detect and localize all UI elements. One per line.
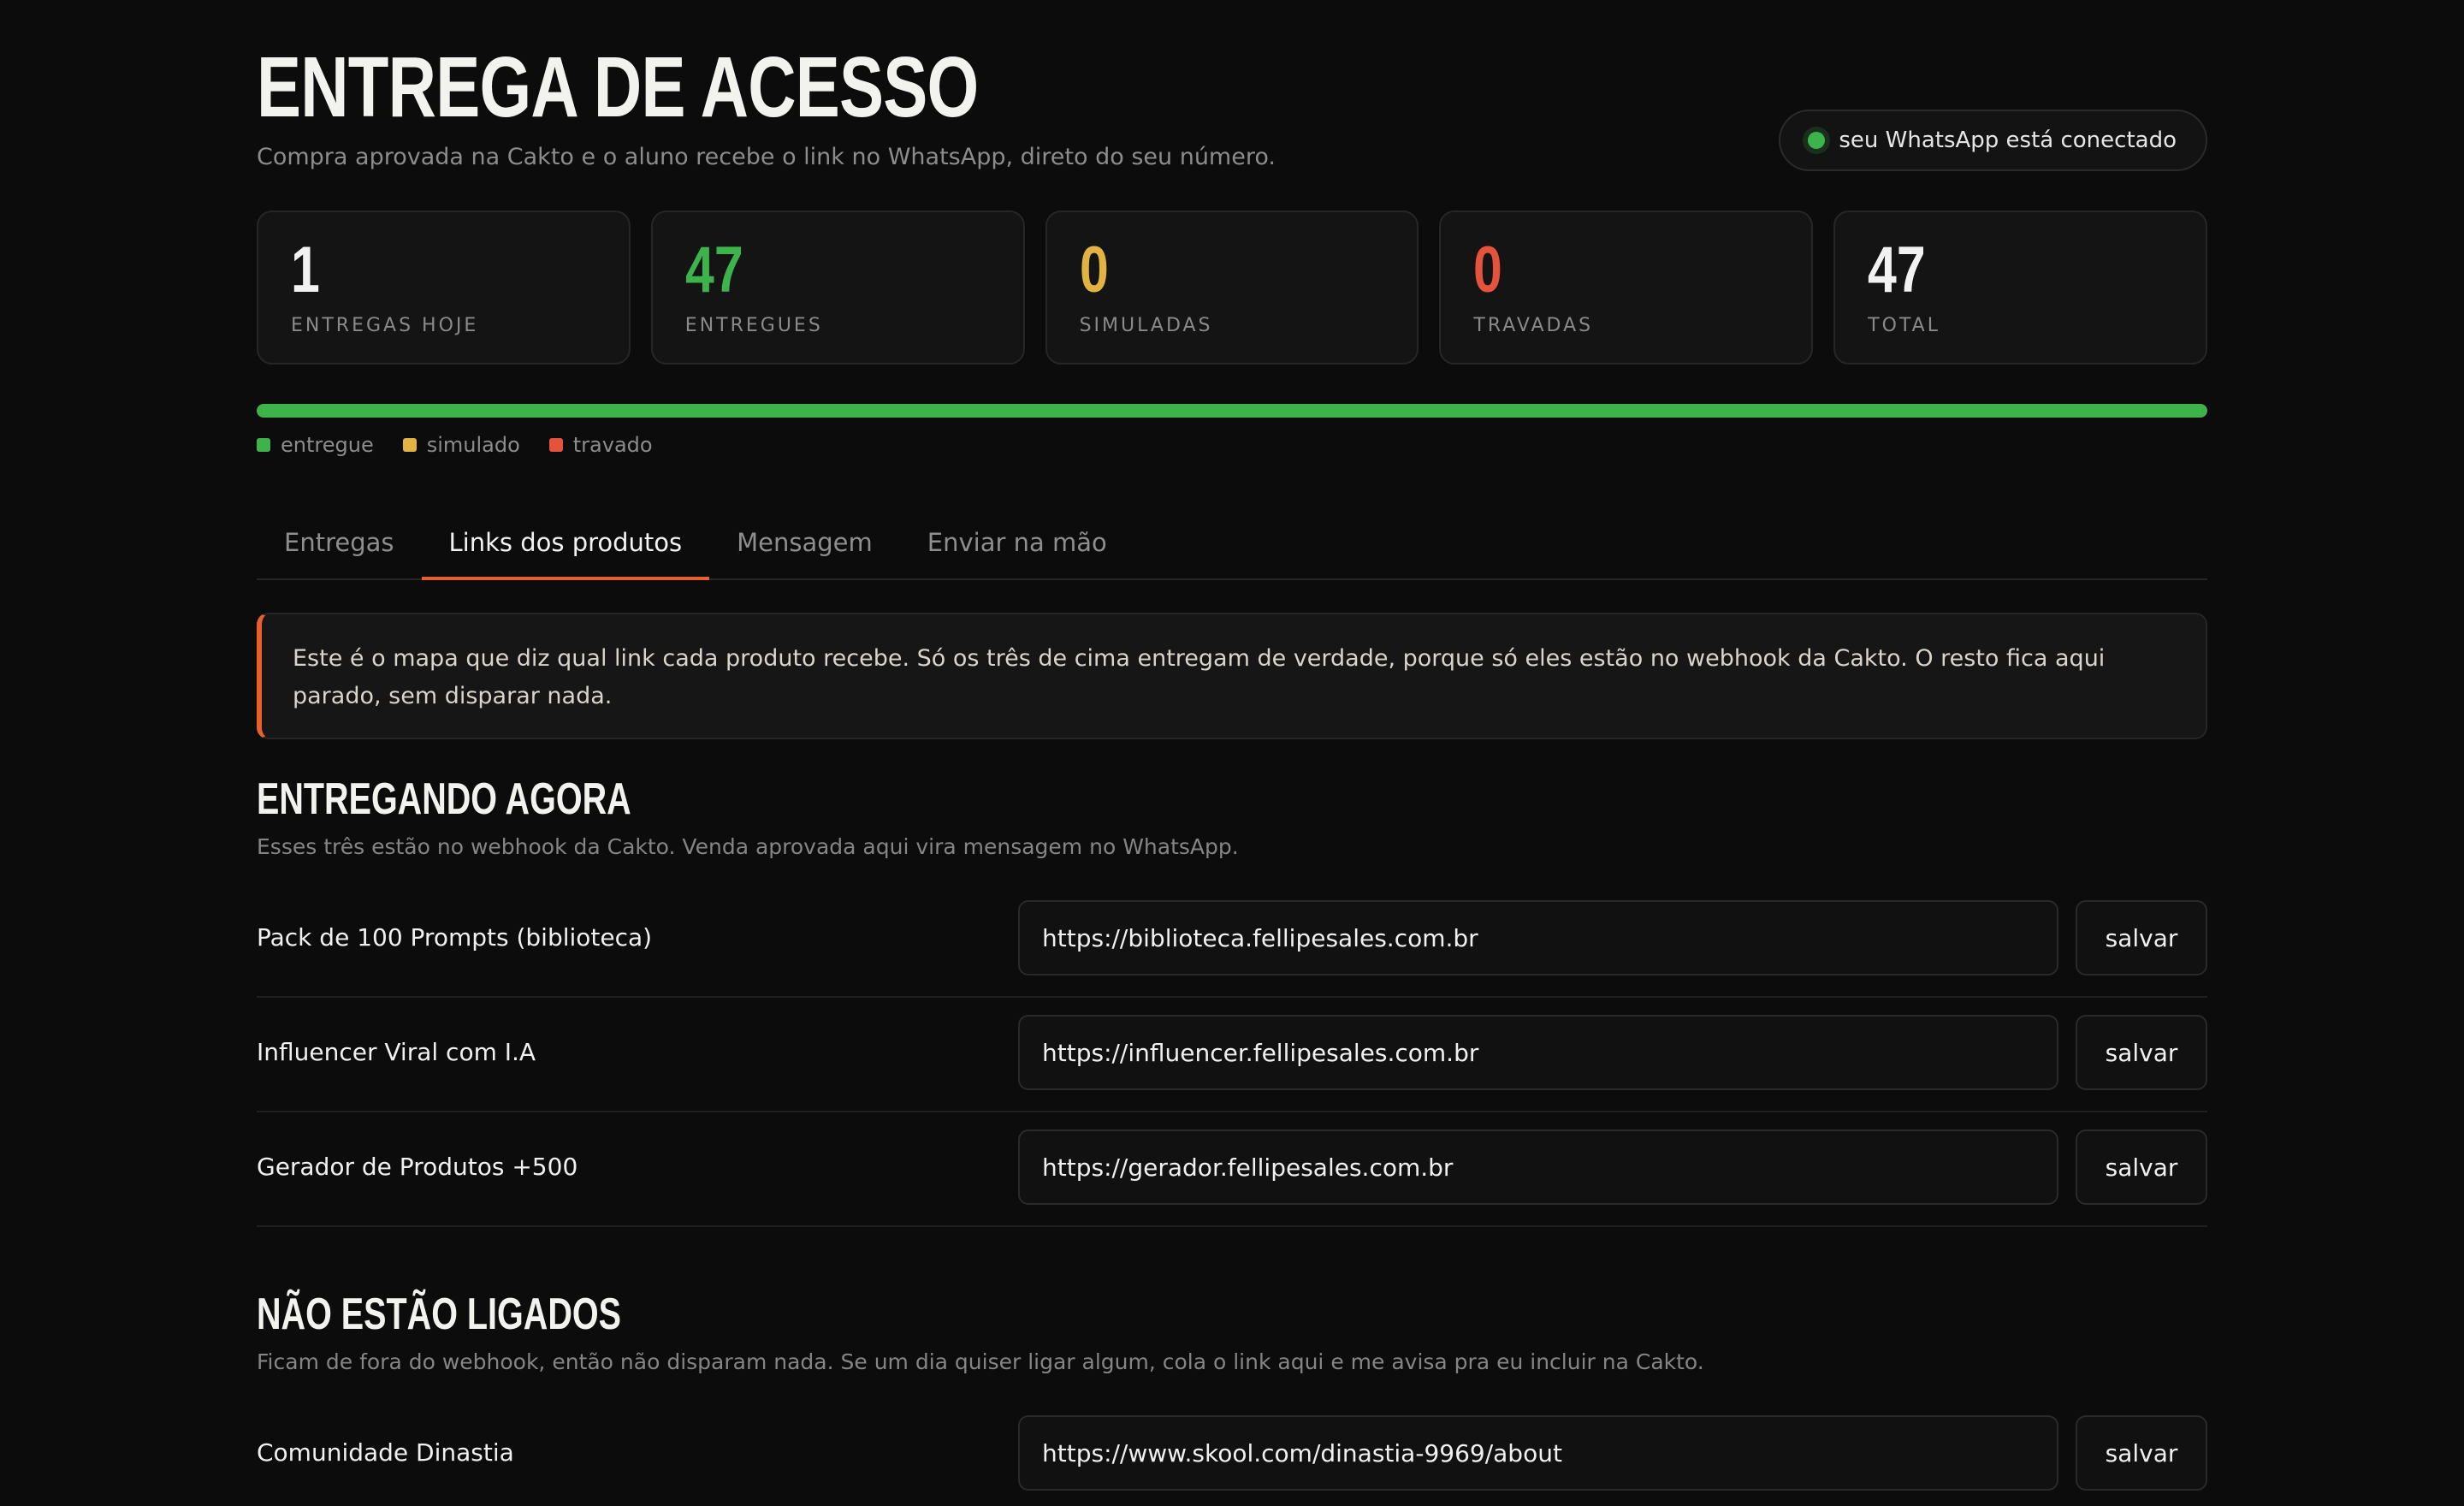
stat-card-entregas-hoje: 1 ENTREGAS HOJE: [257, 210, 631, 365]
save-button[interactable]: salvar: [2076, 1415, 2207, 1491]
tab-enviar-na-mao[interactable]: Enviar na mão: [900, 507, 1134, 578]
whatsapp-status-badge: seu WhatsApp está conectado: [1779, 110, 2207, 171]
stat-card-simuladas: 0 SIMULADAS: [1045, 210, 1419, 365]
save-button[interactable]: salvar: [2076, 900, 2207, 975]
product-name: Influencer Viral com I.A: [257, 1038, 536, 1066]
product-row: Influencer Viral com I.A salvar: [257, 998, 2207, 1112]
status-dot-icon: [1808, 132, 1826, 149]
section-description-entregando-agora: Esses três estão no webhook da Cakto. Ve…: [257, 834, 1239, 859]
tab-mensagem[interactable]: Mensagem: [709, 507, 900, 578]
legend-item-entregue: entregue: [257, 433, 374, 457]
stat-label: TOTAL: [1868, 315, 1940, 336]
progress-legend: entregue simulado travado: [257, 433, 653, 457]
legend-label: entregue: [281, 433, 374, 457]
product-name: Pack de 100 Prompts (biblioteca): [257, 923, 653, 952]
legend-item-simulado: simulado: [402, 433, 520, 457]
legend-swatch-icon: [402, 438, 417, 452]
product-link-input[interactable]: [1018, 1015, 2058, 1090]
product-link-input[interactable]: [1018, 1130, 2058, 1205]
section-title-nao-estao-ligados: NÃO ESTÃO LIGADOS: [257, 1290, 621, 1339]
tab-bar: Entregas Links dos produtos Mensagem Env…: [257, 507, 2207, 580]
section-title-entregando-agora: ENTREGANDO AGORA: [257, 774, 631, 824]
info-notice: Este é o mapa que diz qual link cada pro…: [257, 613, 2207, 739]
stat-card-total: 47 TOTAL: [1833, 210, 2207, 365]
stats-row: 1 ENTREGAS HOJE 47 ENTREGUES 0 SIMULADAS…: [257, 210, 2207, 365]
product-name: Gerador de Produtos +500: [257, 1153, 578, 1181]
tab-entregas[interactable]: Entregas: [257, 507, 422, 578]
page: ENTREGA DE ACESSO Compra aprovada na Cak…: [0, 0, 2464, 1506]
stat-card-travadas: 0 TRAVADAS: [1439, 210, 1814, 365]
stat-card-entregues: 47 ENTREGUES: [650, 210, 1025, 365]
page-subtitle: Compra aprovada na Cakto e o aluno receb…: [257, 144, 1276, 170]
delivery-progress-bar: [257, 404, 2207, 418]
tab-links-dos-produtos[interactable]: Links dos produtos: [421, 507, 710, 580]
stat-value: 47: [684, 234, 743, 306]
stat-value: 0: [1473, 234, 1503, 306]
legend-swatch-icon: [548, 438, 563, 452]
product-name: Comunidade Dinastia: [257, 1438, 514, 1467]
product-row: Gerador de Produtos +500 salvar: [257, 1112, 2207, 1227]
stat-value: 1: [291, 234, 320, 306]
save-button[interactable]: salvar: [2076, 1015, 2207, 1090]
legend-item-travado: travado: [548, 433, 653, 457]
whatsapp-status-text: seu WhatsApp está conectado: [1839, 127, 2177, 153]
product-link-input[interactable]: [1018, 1415, 2058, 1491]
save-button[interactable]: salvar: [2076, 1130, 2207, 1205]
section-description-nao-estao-ligados: Ficam de fora do webhook, então não disp…: [257, 1349, 1704, 1374]
stat-value: 0: [1079, 234, 1109, 306]
legend-label: travado: [572, 433, 653, 457]
product-link-input[interactable]: [1018, 900, 2058, 975]
legend-swatch-icon: [257, 438, 270, 452]
product-row: Pack de 100 Prompts (biblioteca) salvar: [257, 883, 2207, 998]
stat-label: ENTREGAS HOJE: [291, 315, 479, 336]
stat-label: ENTREGUES: [684, 315, 823, 336]
progress-segment-entregue: [257, 404, 2207, 418]
stat-value: 47: [1868, 234, 1926, 306]
product-row: Comunidade Dinastia salvar: [257, 1398, 2207, 1506]
legend-label: simulado: [426, 433, 520, 457]
page-title: ENTREGA DE ACESSO: [257, 39, 979, 135]
stat-label: SIMULADAS: [1079, 315, 1213, 336]
stat-label: TRAVADAS: [1473, 315, 1594, 336]
